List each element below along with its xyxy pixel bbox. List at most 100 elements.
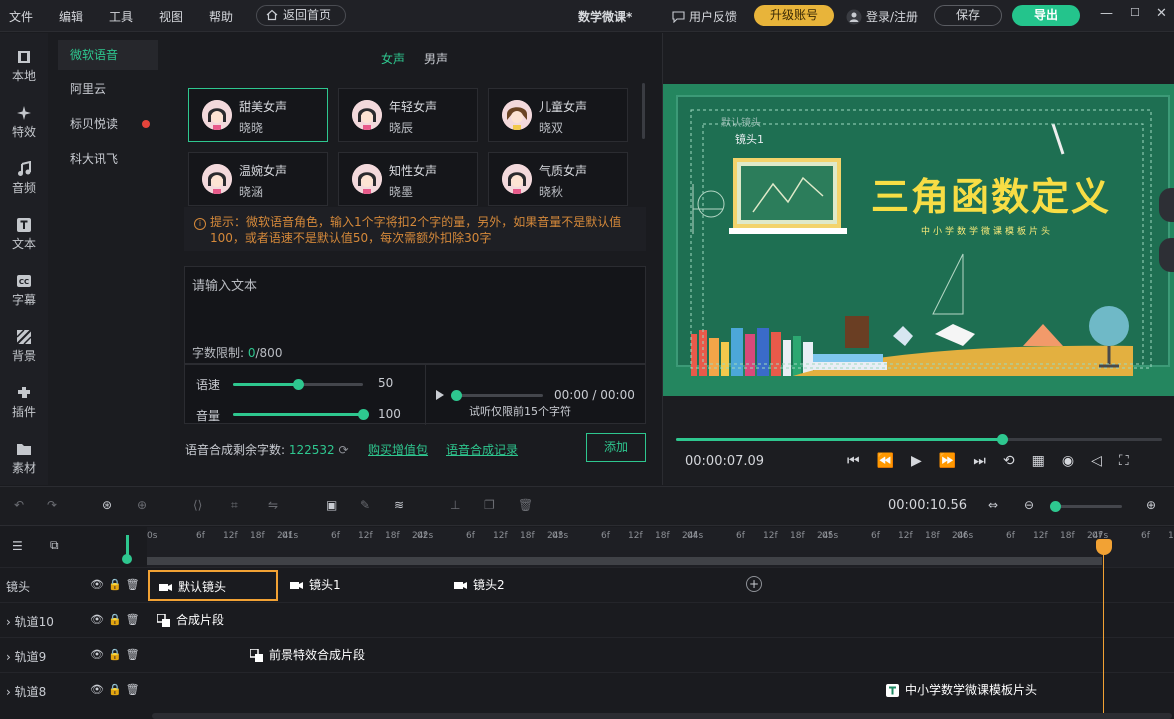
provider-iflytek[interactable]: 科大讯飞	[58, 144, 158, 174]
preview-canvas[interactable]: 镜头1 默认镜头 三角函数定义 中小学数学微课模板片头	[663, 84, 1174, 396]
home-button[interactable]: 返回首页	[256, 5, 346, 26]
lock-icon[interactable]: 🔒	[108, 648, 126, 661]
login-button[interactable]: 登录/注册	[846, 8, 918, 25]
zoom-out-icon[interactable]: ⊖	[1024, 498, 1042, 516]
expand-icon[interactable]: ›	[6, 650, 11, 664]
preview-progress[interactable]	[451, 390, 543, 401]
playback-progress[interactable]	[676, 434, 1162, 445]
eye-icon[interactable]: 👁	[90, 683, 108, 696]
expand-icon[interactable]: ›	[6, 685, 11, 699]
undo-icon[interactable]: ↶	[14, 498, 32, 516]
sidebar-item-effects[interactable]: 特效	[0, 97, 48, 153]
lock-icon[interactable]: 🔒	[108, 578, 126, 591]
maximize-icon[interactable]: ☐	[1130, 6, 1140, 19]
menu-tools[interactable]: 工具	[109, 8, 133, 25]
feedback-button[interactable]: 用户反馈	[672, 8, 737, 25]
skip-start-icon[interactable]: ⏮	[847, 453, 877, 469]
eye-icon[interactable]: 👁	[90, 613, 108, 626]
scrollbar[interactable]	[642, 83, 645, 139]
menu-view[interactable]: 视图	[159, 8, 183, 25]
timeline-start-handle[interactable]	[122, 554, 132, 564]
crop-icon[interactable]: ⌗	[231, 498, 249, 516]
preview-progress-handle[interactable]	[451, 390, 462, 401]
playhead-handle[interactable]	[1096, 539, 1112, 555]
refresh-icon[interactable]: ⟳	[339, 443, 349, 457]
lock-icon[interactable]: ⊛	[102, 498, 120, 516]
next-frame-icon[interactable]: ⏩	[939, 453, 973, 469]
fit-icon[interactable]: ⇔	[988, 498, 1006, 516]
play-icon[interactable]: ▶	[911, 453, 939, 469]
flip-icon[interactable]: ⇋	[268, 498, 286, 516]
add-track-icon[interactable]: ⧉	[50, 538, 59, 553]
add-clip-button[interactable]: +	[746, 576, 762, 592]
work-area-bar[interactable]	[147, 557, 1102, 565]
playback-progress-handle[interactable]	[996, 434, 1008, 445]
sidebar-item-local[interactable]: 本地	[0, 41, 48, 97]
sidebar-item-material[interactable]: 素材	[0, 433, 48, 489]
fullscreen-icon[interactable]: ⛶	[1119, 453, 1146, 469]
sidebar-item-audio[interactable]: 音频	[0, 153, 48, 209]
add-button[interactable]: 添加	[586, 433, 646, 462]
voice-card[interactable]: 温婉女声 晓涵	[188, 152, 328, 206]
close-icon[interactable]: ✕	[1156, 6, 1167, 21]
stamp-icon[interactable]: ⊥	[450, 498, 468, 516]
sidebar-item-subtitle[interactable]: CC 字幕	[0, 265, 48, 321]
timeline-clip[interactable]: 前景特效合成片段	[241, 640, 1079, 671]
voice-card[interactable]: 知性女声 晓墨	[338, 152, 478, 206]
edit-icon[interactable]: ✎	[360, 498, 378, 516]
voice-card[interactable]: 气质女声 晓秋	[488, 152, 628, 206]
provider-aliyun[interactable]: 阿里云	[58, 74, 158, 104]
timeline-clip[interactable]: 合成片段	[148, 605, 1153, 636]
export-button[interactable]: 导出	[1012, 5, 1080, 26]
volume-slider[interactable]	[233, 409, 369, 420]
timeline-clip[interactable]: 默认镜头	[148, 570, 278, 601]
voice-card[interactable]: 儿童女声 晓双	[488, 88, 628, 142]
zoom-slider[interactable]	[1050, 501, 1122, 512]
sidebar-item-text[interactable]: 文本	[0, 209, 48, 265]
menu-edit[interactable]: 编辑	[59, 8, 83, 25]
redo-icon[interactable]: ↷	[47, 498, 65, 516]
layers-icon[interactable]: ≋	[394, 498, 412, 516]
timeline-clip[interactable]: 中小学数学微课模板片头	[877, 675, 1156, 706]
speed-slider[interactable]	[233, 379, 363, 390]
skip-end-icon[interactable]: ⏭	[973, 453, 1003, 469]
text-input[interactable]: 请输入文本 字数限制: 0/800	[184, 266, 646, 364]
target-icon[interactable]: ⊕	[137, 498, 155, 516]
zoom-in-icon[interactable]: ⊕	[1146, 498, 1164, 516]
tab-male[interactable]: 男声	[424, 50, 448, 67]
timeline-clip[interactable]: 镜头1	[281, 570, 443, 601]
upgrade-button[interactable]: 升级账号	[754, 5, 834, 26]
timeline-scrollbar[interactable]	[152, 713, 1172, 719]
play-icon[interactable]	[435, 389, 445, 401]
zoom-slider-handle[interactable]	[1050, 501, 1061, 512]
copy-icon[interactable]: ❐	[484, 498, 502, 516]
lock-icon[interactable]: 🔒	[108, 683, 126, 696]
voice-card[interactable]: 甜美女声 晓晓	[188, 88, 328, 142]
trash-icon[interactable]: 🗑	[126, 578, 144, 591]
camera-icon[interactable]: ◉	[1062, 453, 1091, 469]
sidebar-item-plugin[interactable]: 插件	[0, 377, 48, 433]
trash-icon[interactable]: 🗑	[126, 683, 144, 696]
synthesis-record-link[interactable]: 语音合成记录	[446, 441, 518, 458]
provider-microsoft[interactable]: 微软语音	[58, 40, 158, 70]
buy-pack-link[interactable]: 购买增值包	[368, 441, 428, 458]
volume-icon[interactable]: ◁	[1091, 453, 1119, 469]
trash-icon[interactable]: 🗑	[126, 613, 144, 626]
volume-slider-handle[interactable]	[358, 409, 369, 420]
eye-icon[interactable]: 👁	[90, 578, 108, 591]
delete-icon[interactable]: 🗑	[518, 498, 536, 516]
side-tool-button[interactable]	[1159, 238, 1174, 272]
lock-icon[interactable]: 🔒	[108, 613, 126, 626]
grid-icon[interactable]: ▦	[1032, 453, 1062, 469]
image-icon[interactable]: ▣	[326, 498, 344, 516]
voice-card[interactable]: 年轻女声 晓辰	[338, 88, 478, 142]
eye-icon[interactable]: 👁	[90, 648, 108, 661]
loop-icon[interactable]: ⟲	[1003, 453, 1032, 469]
prev-frame-icon[interactable]: ⏪	[877, 453, 911, 469]
provider-biaobei[interactable]: 标贝悦读	[58, 109, 158, 139]
menu-file[interactable]: 文件	[9, 8, 33, 25]
sidebar-item-background[interactable]: 背景	[0, 321, 48, 377]
menu-help[interactable]: 帮助	[209, 8, 233, 25]
tab-female[interactable]: 女声	[381, 50, 405, 67]
save-button[interactable]: 保存	[934, 5, 1002, 26]
